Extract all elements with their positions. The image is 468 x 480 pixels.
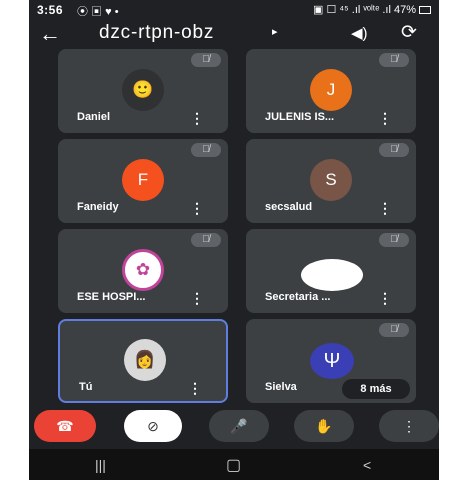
- avatar-letter: S: [325, 170, 337, 189]
- participant-tile[interactable]: 🎙̸ ✿ ESE HOSPI... ⋮: [58, 229, 228, 313]
- participant-name: Sielva: [265, 381, 297, 393]
- back-icon[interactable]: <: [363, 457, 371, 473]
- participant-tile[interactable]: 🎙̸ Ψ Sielva 8 más: [246, 319, 416, 403]
- mic-toggle-button[interactable]: 🎤: [209, 410, 269, 442]
- participant-tile[interactable]: 🎙̸ J JULENIS IS... ⋮: [246, 49, 416, 133]
- back-arrow-icon[interactable]: ←: [39, 20, 61, 48]
- status-time: 3:56: [37, 3, 64, 17]
- participant-name: Tú: [79, 381, 93, 393]
- avatar: J: [310, 69, 352, 111]
- participant-name: Secretaria ...: [265, 291, 331, 303]
- mic-muted-icon: 🎙̸: [191, 53, 221, 67]
- avatar: F: [122, 159, 164, 201]
- meeting-info-caret-icon[interactable]: ▸: [272, 25, 278, 38]
- mic-muted-icon: 🎙̸: [379, 143, 409, 157]
- signal-icons: ▣ ☐ ⁴⁵ .ıl ᵛᵒˡᵗᵉ .ıl: [313, 4, 391, 16]
- more-options-icon[interactable]: ⋮: [188, 381, 202, 395]
- camera-off-icon: ⊘: [147, 417, 159, 434]
- speaker-icon[interactable]: ◀): [351, 24, 368, 42]
- hand-icon: ✋: [315, 417, 333, 434]
- status-right-icons: ▣ ☐ ⁴⁵ .ıl ᵛᵒˡᵗᵉ .ıl 47%: [313, 3, 431, 16]
- mic-muted-icon: 🎙̸: [379, 323, 409, 337]
- participant-name: ESE HOSPI...: [77, 291, 146, 303]
- microphone-icon: 🎤: [230, 417, 248, 434]
- more-options-icon[interactable]: ⋮: [378, 291, 392, 305]
- battery-percent: 47%: [393, 4, 416, 16]
- meeting-header: ← dzc-rtpn-obz ▸ ◀) ⟳: [29, 20, 439, 50]
- avatar: [301, 259, 363, 291]
- avatar: Ψ: [310, 343, 354, 379]
- android-nav-bar: ||| ▢ <: [29, 449, 439, 480]
- participant-tile[interactable]: 🎙̸ Secretaria ... ⋮: [246, 229, 416, 313]
- participant-name: secsalud: [265, 201, 313, 213]
- avatar-letter: F: [137, 170, 149, 189]
- mic-muted-icon: 🎙̸: [379, 53, 409, 67]
- notification-icons: ⦿ ▣ ♥ •: [77, 6, 119, 18]
- more-options-icon[interactable]: ⋮: [190, 111, 204, 125]
- camera-toggle-button[interactable]: ⊘: [124, 410, 182, 442]
- home-icon[interactable]: ▢: [226, 455, 241, 475]
- meet-screen: 3:56 ⦿ ▣ ♥ • ▣ ☐ ⁴⁵ .ıl ᵛᵒˡᵗᵉ .ıl 47% ← …: [29, 0, 439, 480]
- hospital-logo-icon: ✿: [135, 260, 151, 279]
- participant-name: JULENIS IS...: [265, 111, 335, 123]
- raise-hand-button[interactable]: ✋: [294, 410, 354, 442]
- end-call-button[interactable]: ☎: [34, 410, 96, 442]
- mic-muted-icon: 🎙̸: [191, 233, 221, 247]
- self-tile[interactable]: 👩 Tú ⋮: [58, 319, 228, 403]
- participant-tile[interactable]: 🎙̸ F Faneidy ⋮: [58, 139, 228, 223]
- switch-camera-icon[interactable]: ⟳: [401, 21, 417, 44]
- avatar-letter: J: [326, 80, 336, 99]
- mic-muted-icon: 🎙̸: [379, 233, 409, 247]
- psi-logo-icon: Ψ: [323, 349, 341, 372]
- more-options-button[interactable]: ⋮: [379, 410, 439, 442]
- more-options-icon[interactable]: ⋮: [378, 201, 392, 215]
- avatar: 🙂: [122, 69, 164, 111]
- recents-icon[interactable]: |||: [95, 457, 106, 473]
- mic-muted-icon: 🎙̸: [191, 143, 221, 157]
- participant-tile[interactable]: 🎙̸ S secsalud ⋮: [246, 139, 416, 223]
- status-bar: 3:56 ⦿ ▣ ♥ • ▣ ☐ ⁴⁵ .ıl ᵛᵒˡᵗᵉ .ıl 47%: [29, 0, 439, 20]
- avatar-photo: 👩: [134, 350, 156, 369]
- participant-tile[interactable]: 🎙̸ 🙂 Daniel ⋮: [58, 49, 228, 133]
- avatar-emoji: 🙂: [132, 80, 154, 99]
- kebab-menu-icon: ⋮: [402, 417, 416, 434]
- more-options-icon[interactable]: ⋮: [378, 111, 392, 125]
- avatar: 👩: [124, 339, 166, 381]
- more-options-icon[interactable]: ⋮: [190, 291, 204, 305]
- battery-icon: [419, 6, 431, 15]
- more-participants-badge[interactable]: 8 más: [342, 379, 410, 399]
- call-controls: ☎ ⊘ 🎤 ✋ ⋮: [29, 405, 439, 449]
- participant-name: Daniel: [77, 111, 111, 123]
- avatar: ✿: [122, 249, 164, 291]
- meeting-code[interactable]: dzc-rtpn-obz: [99, 22, 214, 44]
- phone-hangup-icon: ☎: [56, 417, 74, 434]
- more-options-icon[interactable]: ⋮: [190, 201, 204, 215]
- participant-name: Faneidy: [77, 201, 119, 213]
- avatar: S: [310, 159, 352, 201]
